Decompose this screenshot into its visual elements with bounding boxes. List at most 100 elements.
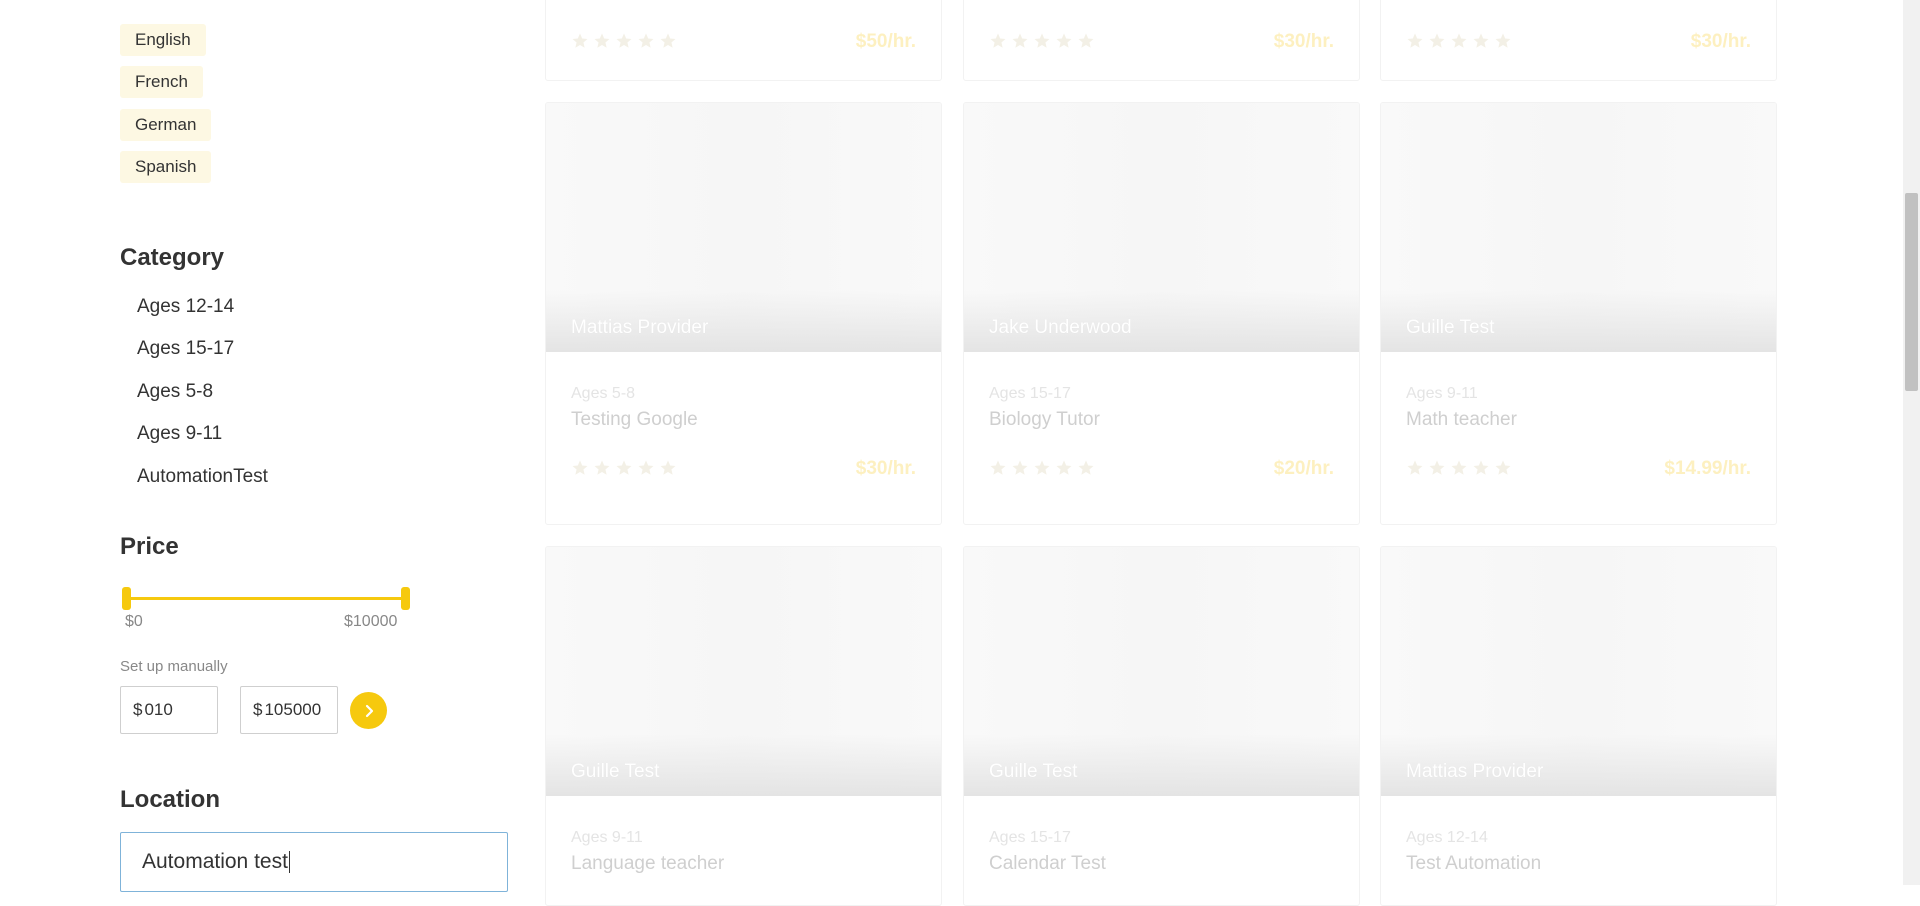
provider-card[interactable]: Mattias Provider Ages 12-14 Test Automat… bbox=[1380, 546, 1777, 906]
price-range-track[interactable] bbox=[125, 597, 407, 600]
provider-name: Mattias Provider bbox=[1406, 761, 1544, 782]
location-input[interactable]: Automation test bbox=[120, 832, 508, 892]
card-category: Ages 15-17 bbox=[989, 829, 1071, 846]
price-min-input[interactable]: $ 010 bbox=[120, 686, 218, 734]
price-heading: Price bbox=[120, 533, 179, 560]
apply-price-button[interactable] bbox=[350, 692, 387, 729]
star-icon bbox=[1407, 460, 1423, 475]
currency-symbol: $ bbox=[253, 700, 263, 719]
star-icon bbox=[1407, 33, 1423, 48]
provider-name: Jake Underwood bbox=[989, 317, 1132, 338]
category-item-ages-9-11[interactable]: Ages 9-11 bbox=[137, 423, 222, 445]
price-min-label: $0 bbox=[125, 613, 143, 630]
provider-card[interactable]: Guille Test Ages 9-11 Math teacher $14.9… bbox=[1380, 102, 1777, 525]
star-icon bbox=[1473, 460, 1489, 475]
star-icon bbox=[594, 33, 610, 48]
provider-card-partial[interactable]: $30/hr. bbox=[963, 0, 1360, 81]
star-icon bbox=[660, 460, 676, 475]
star-icon bbox=[616, 460, 632, 475]
language-tag-spanish[interactable]: Spanish bbox=[120, 151, 212, 183]
star-icon bbox=[1078, 33, 1094, 48]
star-icon bbox=[1429, 33, 1445, 48]
star-icon bbox=[1056, 33, 1072, 48]
language-tag-german[interactable]: German bbox=[120, 109, 212, 141]
provider-name: Guille Test bbox=[571, 761, 660, 782]
card-category: Ages 5-8 bbox=[571, 385, 636, 402]
language-tag-french[interactable]: French bbox=[120, 66, 203, 98]
star-icon bbox=[1012, 460, 1028, 475]
card-category: Ages 9-11 bbox=[571, 829, 643, 846]
card-title: Biology Tutor bbox=[989, 409, 1100, 430]
star-icon bbox=[1451, 460, 1467, 475]
star-icon bbox=[638, 33, 654, 48]
card-category: Ages 15-17 bbox=[989, 385, 1071, 402]
price-max-handle[interactable] bbox=[401, 587, 410, 610]
text-caret bbox=[288, 851, 290, 873]
star-icon bbox=[1034, 33, 1050, 48]
star-icon bbox=[1034, 460, 1050, 475]
star-icon bbox=[1056, 460, 1072, 475]
language-heading-partial bbox=[120, 0, 127, 14]
star-icon bbox=[990, 460, 1006, 475]
rating-stars bbox=[989, 459, 1095, 477]
rating-stars bbox=[571, 459, 677, 477]
card-category: Ages 9-11 bbox=[1406, 385, 1478, 402]
rating-stars bbox=[989, 32, 1095, 50]
price-min-value: 010 bbox=[144, 700, 173, 719]
scrollbar-thumb[interactable] bbox=[1905, 193, 1918, 391]
star-icon bbox=[1429, 460, 1445, 475]
price-max-input[interactable]: $ 105000 bbox=[240, 686, 338, 734]
star-icon bbox=[572, 460, 588, 475]
page-scrollbar[interactable] bbox=[1903, 0, 1920, 885]
star-icon bbox=[616, 33, 632, 48]
setup-manually-label: Set up manually bbox=[120, 658, 228, 675]
filters-sidebar: English French German Spanish Category A… bbox=[120, 0, 510, 892]
provider-image bbox=[546, 547, 941, 796]
rating-stars bbox=[571, 32, 677, 50]
star-icon bbox=[1495, 460, 1511, 475]
category-item-automationtest[interactable]: AutomationTest bbox=[137, 466, 268, 488]
category-item-ages-5-8[interactable]: Ages 5-8 bbox=[137, 381, 213, 403]
card-title: Calendar Test bbox=[989, 853, 1106, 874]
card-title: Math teacher bbox=[1406, 409, 1517, 430]
provider-image bbox=[964, 547, 1359, 796]
price-max-label: $10000 bbox=[344, 613, 398, 630]
card-price: $30/hr. bbox=[1273, 31, 1334, 52]
price-max-value: 105000 bbox=[264, 700, 322, 719]
card-price: $30/hr. bbox=[855, 458, 916, 479]
provider-image bbox=[1381, 103, 1776, 352]
provider-card-partial[interactable]: $30/hr. bbox=[1380, 0, 1777, 81]
rating-stars bbox=[1406, 32, 1512, 50]
card-title: Testing Google bbox=[571, 409, 698, 430]
provider-card[interactable]: Guille Test Ages 9-11 Language teacher bbox=[545, 546, 942, 906]
rating-stars bbox=[1406, 459, 1512, 477]
language-tag-english[interactable]: English bbox=[120, 24, 206, 56]
star-icon bbox=[1451, 33, 1467, 48]
location-heading: Location bbox=[120, 786, 220, 813]
provider-name: Guille Test bbox=[989, 761, 1078, 782]
star-icon bbox=[1012, 33, 1028, 48]
provider-card-partial[interactable]: $50/hr. bbox=[545, 0, 942, 81]
star-icon bbox=[572, 33, 588, 48]
card-price: $14.99/hr. bbox=[1664, 458, 1751, 479]
provider-card[interactable]: Mattias Provider Ages 5-8 Testing Google… bbox=[545, 102, 942, 525]
provider-card[interactable]: Jake Underwood Ages 15-17 Biology Tutor … bbox=[963, 102, 1360, 525]
provider-image bbox=[1381, 547, 1776, 796]
star-icon bbox=[1473, 33, 1489, 48]
price-min-handle[interactable] bbox=[122, 587, 131, 610]
location-input-value: Automation test bbox=[142, 850, 288, 873]
provider-card[interactable]: Guille Test Ages 15-17 Calendar Test bbox=[963, 546, 1360, 906]
category-item-ages-12-14[interactable]: Ages 12-14 bbox=[137, 296, 234, 318]
chevron-right-icon bbox=[365, 704, 373, 717]
category-item-ages-15-17[interactable]: Ages 15-17 bbox=[137, 338, 234, 360]
card-price: $20/hr. bbox=[1273, 458, 1334, 479]
star-icon bbox=[660, 33, 676, 48]
star-icon bbox=[638, 460, 654, 475]
provider-image bbox=[546, 103, 941, 352]
provider-name: Mattias Provider bbox=[571, 317, 709, 338]
provider-image bbox=[964, 103, 1359, 352]
card-price: $50/hr. bbox=[855, 31, 916, 52]
card-title: Test Automation bbox=[1406, 853, 1542, 874]
card-category: Ages 12-14 bbox=[1406, 829, 1488, 846]
currency-symbol: $ bbox=[133, 700, 143, 719]
